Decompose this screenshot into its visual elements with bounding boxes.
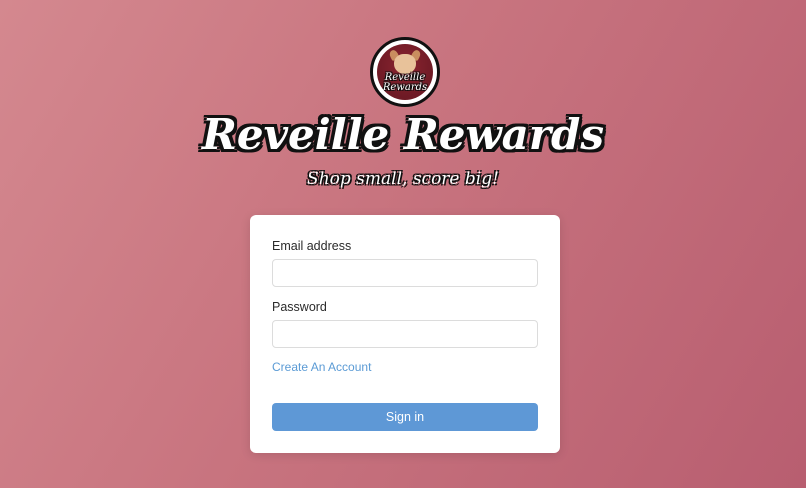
sign-in-button[interactable]: Sign in bbox=[272, 403, 538, 431]
create-account-link[interactable]: Create An Account bbox=[272, 360, 371, 374]
app-tagline: Shop small, score big! bbox=[307, 169, 499, 189]
logo-badge: Reveille Rewards bbox=[370, 37, 440, 107]
password-field[interactable] bbox=[272, 320, 538, 348]
password-label: Password bbox=[272, 300, 327, 314]
dog-mascot-icon: Reveille Rewards bbox=[377, 44, 433, 100]
logo-text: Reveille Rewards bbox=[382, 72, 428, 93]
login-card: Email address Password Create An Account… bbox=[250, 215, 560, 453]
app-title: Reveille Rewards bbox=[201, 110, 605, 159]
email-field[interactable] bbox=[272, 259, 538, 287]
email-label: Email address bbox=[272, 239, 352, 253]
